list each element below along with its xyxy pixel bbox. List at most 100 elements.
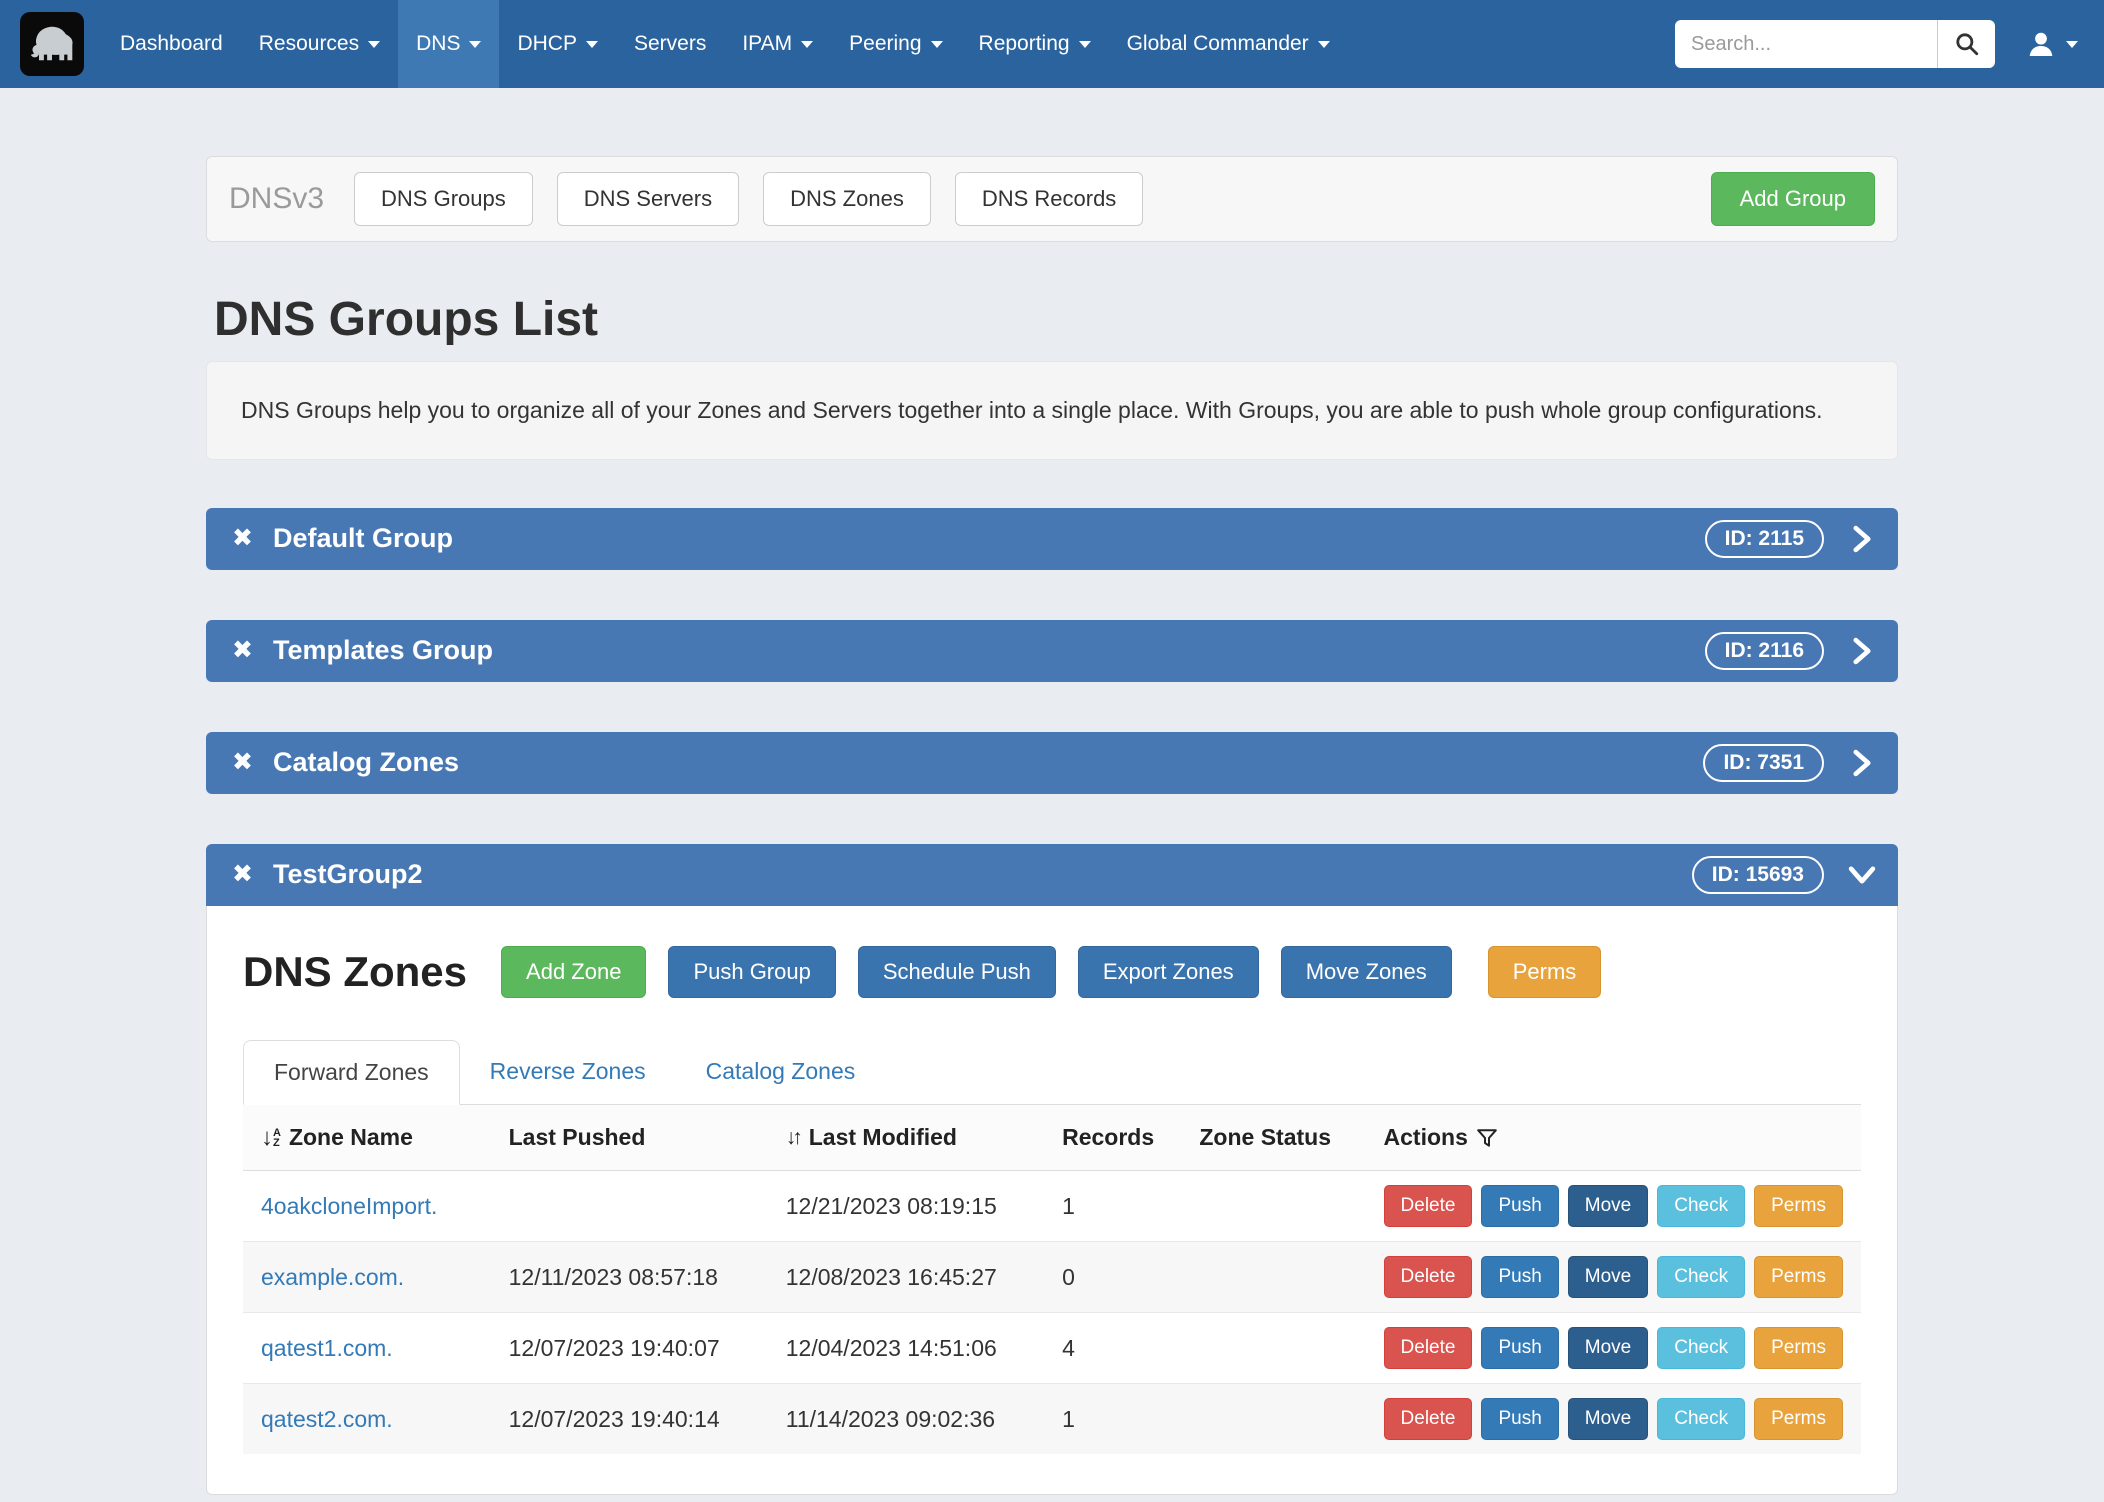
perms-button[interactable]: Perms — [1488, 946, 1602, 998]
close-icon[interactable]: ✖ — [232, 862, 253, 887]
zone-link[interactable]: qatest1.com. — [261, 1335, 393, 1361]
last-pushed-cell: 12/07/2023 19:40:14 — [491, 1384, 768, 1455]
search-input[interactable] — [1675, 20, 1937, 68]
add-group-button[interactable]: Add Group — [1711, 172, 1875, 226]
page-description: DNS Groups help you to organize all of y… — [206, 361, 1898, 460]
nav-label: Peering — [849, 32, 921, 56]
filter-icon[interactable] — [1476, 1127, 1498, 1149]
nav-label: DNS — [416, 32, 460, 56]
zone-status-cell — [1181, 1242, 1365, 1313]
tab-forward-zones[interactable]: Forward Zones — [243, 1040, 460, 1105]
move-button[interactable]: Move — [1568, 1256, 1648, 1298]
close-icon[interactable]: ✖ — [232, 638, 253, 663]
group-row-testgroup2[interactable]: ✖ TestGroup2 ID: 15693 — [206, 844, 1898, 906]
chevron-right-icon[interactable] — [1852, 637, 1872, 665]
export-zones-button[interactable]: Export Zones — [1078, 946, 1259, 998]
chevron-down-icon — [368, 41, 380, 48]
user-menu[interactable] — [2025, 28, 2078, 60]
group-id-badge: ID: 2116 — [1705, 632, 1824, 670]
move-button[interactable]: Move — [1568, 1398, 1648, 1440]
perms-button[interactable]: Perms — [1754, 1256, 1843, 1298]
dns-zones-title: DNS Zones — [243, 948, 467, 996]
group-name: Templates Group — [273, 635, 493, 666]
col-last-pushed: Last Pushed — [491, 1105, 768, 1171]
check-button[interactable]: Check — [1657, 1256, 1745, 1298]
zone-link[interactable]: 4oakcloneImport. — [261, 1193, 437, 1219]
move-button[interactable]: Move — [1568, 1327, 1648, 1369]
nav-item-peering[interactable]: Peering — [831, 0, 960, 88]
nav-item-global-commander[interactable]: Global Commander — [1109, 0, 1348, 88]
nav-item-dashboard[interactable]: Dashboard — [102, 0, 241, 88]
nav-item-dhcp[interactable]: DHCP — [499, 0, 616, 88]
perms-button[interactable]: Perms — [1754, 1327, 1843, 1369]
nav-item-ipam[interactable]: IPAM — [724, 0, 831, 88]
navbar-right — [1675, 0, 2104, 88]
column-label: Actions — [1384, 1124, 1468, 1151]
push-button[interactable]: Push — [1481, 1398, 1558, 1440]
page-title: DNS Groups List — [214, 292, 1898, 347]
nav-label: Global Commander — [1127, 32, 1309, 56]
table-row: 4oakcloneImport. 12/21/2023 08:19:15 1 D… — [243, 1171, 1861, 1242]
nav-label: Reporting — [979, 32, 1070, 56]
push-button[interactable]: Push — [1481, 1327, 1558, 1369]
dns-records-button[interactable]: DNS Records — [955, 172, 1143, 226]
delete-button[interactable]: Delete — [1384, 1185, 1473, 1227]
nav-item-servers[interactable]: Servers — [616, 0, 724, 88]
chevron-right-icon[interactable] — [1852, 749, 1872, 777]
table-row: qatest2.com. 12/07/2023 19:40:14 11/14/2… — [243, 1384, 1861, 1455]
chevron-right-icon[interactable] — [1852, 525, 1872, 553]
push-group-button[interactable]: Push Group — [668, 946, 835, 998]
search-group — [1675, 20, 1995, 68]
delete-button[interactable]: Delete — [1384, 1256, 1473, 1298]
nav-item-reporting[interactable]: Reporting — [961, 0, 1109, 88]
move-zones-button[interactable]: Move Zones — [1281, 946, 1452, 998]
schedule-push-button[interactable]: Schedule Push — [858, 946, 1056, 998]
close-icon[interactable]: ✖ — [232, 750, 253, 775]
group-row-default-group[interactable]: ✖ Default Group ID: 2115 — [206, 508, 1898, 570]
column-label: Last Pushed — [509, 1124, 646, 1151]
push-button[interactable]: Push — [1481, 1185, 1558, 1227]
tab-catalog-zones[interactable]: Catalog Zones — [676, 1040, 886, 1104]
group-row-catalog-zones[interactable]: ✖ Catalog Zones ID: 7351 — [206, 732, 1898, 794]
delete-button[interactable]: Delete — [1384, 1398, 1473, 1440]
close-icon[interactable]: ✖ — [232, 526, 253, 551]
dns-servers-button[interactable]: DNS Servers — [557, 172, 739, 226]
move-button[interactable]: Move — [1568, 1185, 1648, 1227]
group-row-templates-group[interactable]: ✖ Templates Group ID: 2116 — [206, 620, 1898, 682]
actions-cell: Delete Push Move Check Perms — [1366, 1171, 1861, 1242]
provision-logo[interactable] — [20, 12, 84, 76]
zone-status-cell — [1181, 1171, 1365, 1242]
sort-icon[interactable]: ↓↑ — [786, 1126, 799, 1150]
zone-link[interactable]: example.com. — [261, 1264, 404, 1290]
chevron-down-icon — [931, 41, 943, 48]
check-button[interactable]: Check — [1657, 1185, 1745, 1227]
zone-name-cell: qatest1.com. — [243, 1313, 491, 1384]
actions-cell: Delete Push Move Check Perms — [1366, 1384, 1861, 1455]
search-button[interactable] — [1937, 20, 1995, 68]
sort-alphabetical-icon[interactable]: ↓AZ — [261, 1126, 281, 1150]
chevron-down-icon — [1318, 41, 1330, 48]
delete-button[interactable]: Delete — [1384, 1327, 1473, 1369]
add-zone-button[interactable]: Add Zone — [501, 946, 646, 998]
push-button[interactable]: Push — [1481, 1256, 1558, 1298]
actions-cell: Delete Push Move Check Perms — [1366, 1242, 1861, 1313]
nav-label: DHCP — [517, 32, 577, 56]
nav-item-dns[interactable]: DNS — [398, 0, 499, 88]
dns-zones-button[interactable]: DNS Zones — [763, 172, 931, 226]
column-label: Records — [1062, 1124, 1154, 1151]
col-last-modified: ↓↑ Last Modified — [768, 1105, 1044, 1171]
main-menu: Dashboard Resources DNS DHCP Servers IPA… — [102, 0, 1348, 88]
group-id-badge: ID: 2115 — [1705, 520, 1824, 558]
chevron-down-icon[interactable] — [1852, 861, 1872, 889]
check-button[interactable]: Check — [1657, 1398, 1745, 1440]
zone-status-cell — [1181, 1313, 1365, 1384]
zone-status-cell — [1181, 1384, 1365, 1455]
col-actions: Actions — [1366, 1105, 1861, 1171]
perms-button[interactable]: Perms — [1754, 1398, 1843, 1440]
zone-link[interactable]: qatest2.com. — [261, 1406, 393, 1432]
dns-groups-button[interactable]: DNS Groups — [354, 172, 533, 226]
check-button[interactable]: Check — [1657, 1327, 1745, 1369]
perms-button[interactable]: Perms — [1754, 1185, 1843, 1227]
tab-reverse-zones[interactable]: Reverse Zones — [460, 1040, 676, 1104]
nav-item-resources[interactable]: Resources — [241, 0, 398, 88]
